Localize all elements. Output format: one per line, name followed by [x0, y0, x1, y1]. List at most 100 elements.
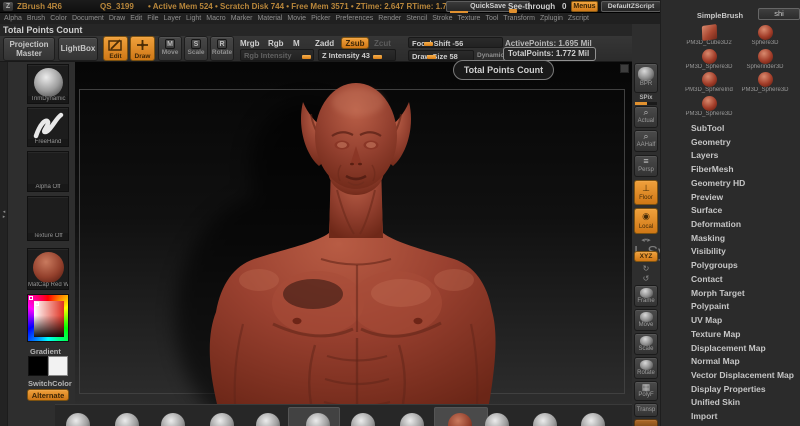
- brush-thumbnail[interactable]: [161, 413, 185, 426]
- tool-section-header[interactable]: Texture Map: [691, 328, 799, 342]
- menu-item[interactable]: Transform: [503, 15, 535, 22]
- menu-item[interactable]: Tool: [485, 15, 498, 22]
- tool-section-header[interactable]: Masking: [691, 232, 799, 246]
- tool-side-button[interactable]: shi: [758, 8, 800, 20]
- brush-thumbnail[interactable]: [351, 413, 375, 426]
- menu-item[interactable]: Brush: [27, 15, 45, 22]
- rotate-mode-button[interactable]: R Rotate: [210, 36, 234, 61]
- focal-shift-thumb[interactable]: [424, 42, 433, 46]
- menu-item[interactable]: Zscript: [568, 15, 589, 22]
- frame-button[interactable]: Frame: [634, 285, 658, 307]
- spin-ccw-icon[interactable]: ↺: [634, 274, 658, 283]
- PM3D_Sphere3D[interactable]: PM3D_Sphere3D: [681, 95, 737, 119]
- tool-section-header[interactable]: Deformation: [691, 218, 799, 232]
- transp-button[interactable]: Transp: [634, 403, 658, 417]
- current-texture-thumbnail[interactable]: Texture Off: [27, 196, 69, 241]
- menu-item[interactable]: Macro: [206, 15, 225, 22]
- tool-section-header[interactable]: Geometry HD: [691, 177, 799, 191]
- m-button[interactable]: M: [293, 39, 300, 48]
- current-material-thumbnail[interactable]: MatCap Red Wax: [27, 248, 69, 290]
- move-button[interactable]: Move: [634, 309, 658, 331]
- menu-item[interactable]: Document: [72, 15, 104, 22]
- brush-thumbnail[interactable]: [66, 413, 90, 426]
- tool-section-header[interactable]: Vector Displacement Map: [691, 369, 799, 383]
- menu-item[interactable]: Movie: [287, 15, 306, 22]
- menu-item[interactable]: Material: [257, 15, 282, 22]
- scale-mode-button[interactable]: S Scale: [184, 36, 208, 61]
- spix-slider[interactable]: SPix: [635, 95, 657, 105]
- Spherinder3D[interactable]: Spherinder3D: [737, 48, 793, 72]
- tool-section-header[interactable]: Morph Target: [691, 287, 799, 301]
- menu-item[interactable]: Layer: [164, 15, 182, 22]
- scale-button[interactable]: Scale: [634, 333, 658, 355]
- menu-item[interactable]: Edit: [130, 15, 142, 22]
- brush-thumbnail[interactable]: [533, 413, 557, 426]
- xyz-button[interactable]: XYZ: [634, 251, 658, 262]
- switchcolor-button[interactable]: SwitchColor: [28, 379, 72, 388]
- bpr-button[interactable]: BPR: [634, 63, 658, 93]
- menu-item[interactable]: Render: [378, 15, 401, 22]
- tool-section-header[interactable]: Display Properties: [691, 383, 799, 397]
- tool-section-header[interactable]: FiberMesh: [691, 163, 799, 177]
- current-brush-thumbnail[interactable]: TrimDynamic: [27, 64, 69, 104]
- rgb-button[interactable]: Rgb: [268, 39, 284, 48]
- floor-button[interactable]: ⊥ Floor: [634, 180, 658, 205]
- brush-thumbnail[interactable]: [485, 413, 509, 426]
- menu-item[interactable]: Light: [186, 15, 201, 22]
- zcut-button[interactable]: Zcut: [374, 39, 391, 48]
- tool-section-header[interactable]: Normal Map: [691, 355, 799, 369]
- canvas-corner-icon[interactable]: [620, 64, 629, 73]
- tool-section-header[interactable]: UV Map: [691, 314, 799, 328]
- rotate-button[interactable]: Rotate: [634, 357, 658, 379]
- actual-size-button[interactable]: ⌕ Actual: [634, 106, 658, 128]
- rgb-intensity-thumb[interactable]: [302, 55, 311, 59]
- edit-button[interactable]: Edit: [103, 36, 128, 61]
- document-canvas[interactable]: [75, 62, 632, 404]
- menu-item[interactable]: Draw: [109, 15, 125, 22]
- menu-item[interactable]: Color: [50, 15, 67, 22]
- current-stroke-thumbnail[interactable]: FreeHand: [27, 107, 69, 147]
- tool-section-header[interactable]: Preview: [691, 191, 799, 205]
- z-intensity-thumb[interactable]: [373, 55, 382, 59]
- brush-thumbnail[interactable]: [210, 413, 234, 426]
- z-intensity-slider[interactable]: Z Intensity 43: [318, 49, 396, 61]
- projection-master-button[interactable]: Projection Master: [3, 37, 55, 61]
- tool-section-header[interactable]: Unified Skin: [691, 396, 799, 410]
- menu-item[interactable]: Marker: [231, 15, 253, 22]
- rgb-intensity-slider[interactable]: Rgb Intensity: [240, 49, 314, 61]
- tool-section-header[interactable]: Displacement Map: [691, 342, 799, 356]
- zadd-button[interactable]: Zadd: [315, 39, 334, 48]
- left-tray-divider[interactable]: [0, 62, 8, 426]
- menus-toggle-button[interactable]: Menus: [571, 1, 598, 12]
- tool-section-header[interactable]: Visibility: [691, 245, 799, 259]
- menu-item[interactable]: Zplugin: [540, 15, 563, 22]
- Sphere3D[interactable]: Sphere3D: [737, 24, 793, 48]
- tray-divider-handle[interactable]: ◂ ▸: [0, 210, 8, 220]
- mrgb-button[interactable]: Mrgb: [240, 39, 260, 48]
- PM3D_Sphere3D[interactable]: PM3D_Sphere3D: [681, 48, 737, 72]
- draw-button[interactable]: Draw: [130, 36, 155, 61]
- brush-thumbnail[interactable]: [115, 413, 139, 426]
- zsub-button[interactable]: Zsub: [341, 37, 369, 49]
- tool-section-header[interactable]: SubTool: [691, 122, 799, 136]
- PM3D_Sphere3D[interactable]: PM3D_Sphere3D: [737, 71, 793, 95]
- menu-item[interactable]: Alpha: [4, 15, 22, 22]
- spin-cw-icon[interactable]: ↻: [634, 264, 658, 273]
- menu-item[interactable]: Stencil: [406, 15, 427, 22]
- draw-size-thumb[interactable]: [427, 55, 436, 59]
- current-alpha-thumbnail[interactable]: Alpha Off: [27, 151, 69, 192]
- lightbox-button[interactable]: LightBox: [58, 37, 98, 61]
- brush-thumbnail[interactable]: [581, 413, 605, 426]
- saturation-square[interactable]: [34, 301, 64, 337]
- menu-item[interactable]: Preferences: [336, 15, 374, 22]
- default-zscript-button[interactable]: DefaultZScript: [601, 1, 661, 12]
- tool-section-header[interactable]: Contact: [691, 273, 799, 287]
- menu-item[interactable]: File: [147, 15, 158, 22]
- move-mode-button[interactable]: M Move: [158, 36, 182, 61]
- tool-section-header[interactable]: Import: [691, 410, 799, 424]
- PM3D_SphereInd[interactable]: PM3D_SphereInd: [681, 71, 737, 95]
- menu-item[interactable]: Texture: [457, 15, 480, 22]
- current-tool-name[interactable]: SimpleBrush: [685, 11, 755, 20]
- PM3D_Cube3D2[interactable]: PM3D_Cube3D2: [681, 23, 737, 48]
- tool-section-header[interactable]: Geometry: [691, 136, 799, 150]
